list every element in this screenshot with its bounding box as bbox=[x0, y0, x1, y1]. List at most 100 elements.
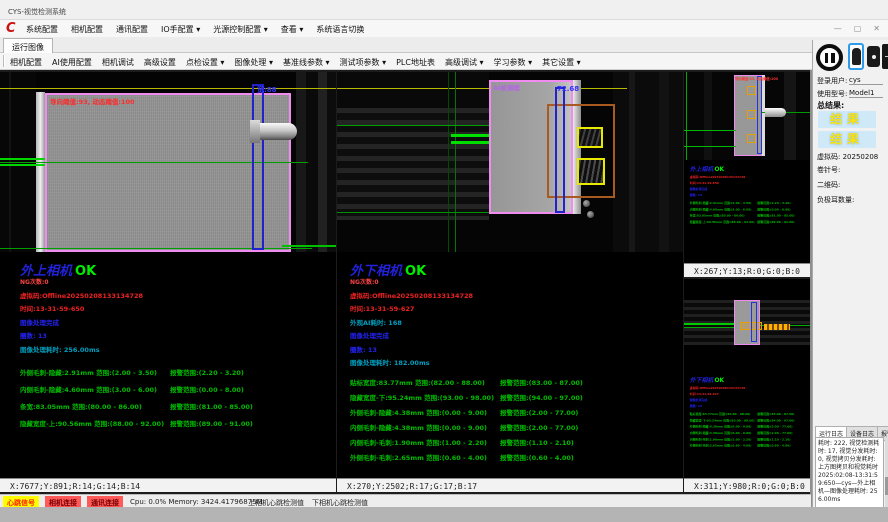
tab-annotation bbox=[764, 324, 790, 330]
measurement-value: 外侧毛刺-隐藏:4.38mm 范围:(0.00 - 9.00) bbox=[690, 424, 758, 429]
log-text-area[interactable]: 耗时: 222, 视觉检测耗时: 17, 视觉分发耗时: 0, 视觉拷贝分发耗时… bbox=[815, 437, 884, 509]
toolbar-item[interactable]: 高级调试 ▾ bbox=[445, 57, 484, 68]
measurement-alarm: 报警范围:(81.00 - 85.00) bbox=[757, 213, 794, 218]
toolbar-item[interactable]: 相机配置 bbox=[10, 57, 42, 68]
measurement-list: 外侧毛刺-隐藏:2.91mm 范围:(2.00 - 3.50) 报警范围:(2.… bbox=[0, 367, 336, 428]
measurement-row: 内侧毛刺-毛刺:1.90mm 范围:(1.00 - 2.20) 报警范围:(1.… bbox=[690, 437, 810, 442]
camera-image-outer-upper[interactable]: 导向阈值:93, 动态阈值:100 宽:88 bbox=[0, 72, 336, 252]
app-logo-icon: C bbox=[6, 21, 16, 36]
toolbar-item[interactable]: 测试项参数 ▾ bbox=[340, 57, 387, 68]
measurement-value: 内侧毛刺-毛刺:1.90mm 范围:(1.00 - 2.20) bbox=[690, 437, 758, 442]
machine-stripe bbox=[629, 72, 635, 252]
measure-green-line bbox=[684, 323, 734, 325]
width-roi-box bbox=[751, 302, 757, 342]
camera-image-mini-top[interactable]: 导向阈值:93, 动态阈值:100 bbox=[684, 72, 810, 160]
tab-roi-box bbox=[747, 134, 756, 143]
ai-box-label: AI检测框 bbox=[493, 82, 520, 92]
menu-item[interactable]: IO手配置 ▾ bbox=[161, 24, 200, 35]
menu-item[interactable]: 系统语言切换 bbox=[316, 24, 364, 35]
elapsed-text: 图像处理耗时: 182.00ms bbox=[350, 357, 683, 367]
machine-stripe bbox=[318, 72, 327, 252]
measure-green-tick bbox=[0, 158, 45, 160]
measurement-alarm: 报警范围:(2.00 - 77.00) bbox=[757, 430, 792, 435]
pause-icon bbox=[825, 53, 829, 63]
bolt-detail bbox=[583, 200, 590, 207]
pixel-status-bar: X:267;Y:13;R:0;G:0;B:0 bbox=[684, 263, 810, 277]
loop-count-text: 圈数: 13 bbox=[350, 344, 683, 354]
measure-green-line bbox=[448, 72, 449, 252]
toolbar-item[interactable]: PLC地址表 bbox=[396, 57, 435, 68]
result-text-block-mini: 外上相机OK 虚拟码:Offline20250208133134728 时间:1… bbox=[688, 164, 810, 226]
measurement-value: 贴标宽度:83.77mm 范围:(82.00 - 88.00) bbox=[690, 411, 758, 416]
time-text: 时间:13-31-59-650 bbox=[690, 180, 810, 185]
measurement-value: 外侧毛刺-隐藏:2.91mm 范围:(2.00 - 3.50) bbox=[690, 200, 758, 205]
threshold-label: 导向阈值:93, 动态阈值:100 bbox=[735, 76, 778, 81]
probe-pin-base bbox=[250, 120, 260, 143]
measurement-row: 隐藏宽度-下:95.24mm 范围:(93.00 - 98.00) 报警范围:(… bbox=[350, 392, 683, 402]
pause-button[interactable] bbox=[816, 44, 843, 71]
menu-item[interactable]: 查看 ▾ bbox=[281, 24, 304, 35]
menu-item[interactable]: 光源控制配置 ▾ bbox=[213, 24, 268, 35]
toolbar-item[interactable]: 其它设置 ▾ bbox=[542, 57, 581, 68]
menu-item[interactable]: 相机配置 bbox=[71, 24, 103, 35]
toolbar-item[interactable]: AI使用配置 bbox=[52, 57, 92, 68]
measurement-value: 内侧毛刺-毛刺:1.90mm 范围:(1.00 - 2.20) bbox=[350, 437, 500, 447]
toolbar-item[interactable]: 高级设置 bbox=[144, 57, 176, 68]
process-done-text: 图像处理完成 bbox=[350, 330, 683, 340]
virtual-code-text: 虚拟码:Offline20250208133134728 bbox=[690, 174, 810, 179]
minimize-icon[interactable]: — bbox=[834, 24, 842, 33]
baseline-yellow-line bbox=[337, 88, 627, 89]
probe-pin bbox=[260, 123, 297, 140]
menu-item[interactable]: 通讯配置 bbox=[116, 24, 148, 35]
measurement-value: 隐藏宽度-上:90.56mm 范围:(88.00 - 92.00) bbox=[20, 418, 170, 428]
measurement-list: 贴标宽度:83.77mm 范围:(82.00 - 88.00) 报警范围:(83… bbox=[337, 377, 683, 462]
virtual-code-value: 20250208 bbox=[843, 153, 879, 161]
width-roi-label: 72.68 bbox=[557, 85, 579, 93]
cpu-memory-text: Cpu: 0.0% Memory: 3424.41796875M bbox=[130, 498, 263, 506]
virtual-code-text: 虚拟码:Offline20250208133134728 bbox=[690, 385, 810, 390]
camera-image-outer-lower[interactable]: AI检测框 72.68 bbox=[337, 72, 683, 252]
close-icon[interactable]: ✕ bbox=[873, 24, 880, 33]
toolbar: 相机配置 AI使用配置相机调试高级设置点检设置 ▾ 图像处理 ▾ 基准线参数 ▾ 测试项… bbox=[0, 53, 888, 70]
camera-connect-badge: 相机连接 bbox=[45, 496, 81, 507]
measurement-value: 隐藏宽度-下:95.24mm 范围:(93.00 - 98.00) bbox=[350, 392, 500, 402]
toolbar-item[interactable]: 点检设置 ▾ bbox=[186, 57, 225, 68]
camera-toggle-button[interactable] bbox=[867, 46, 880, 67]
result-ok-text: OK bbox=[405, 264, 426, 279]
toolbar-item[interactable]: 图像处理 ▾ bbox=[234, 57, 273, 68]
camera-image-mini-bottom[interactable] bbox=[684, 300, 810, 345]
measurement-row: 外侧毛刺-隐藏:4.38mm 范围:(0.00 - 9.00) 报警范围:(2.… bbox=[350, 407, 683, 417]
virtual-code-row: 虚拟码: 20250208 bbox=[817, 152, 878, 162]
measurement-row: 条宽:83.05mm 范围:(80.00 - 86.00) 报警范围:(81.0… bbox=[690, 213, 810, 218]
pause-icon bbox=[831, 53, 835, 63]
loop-count-text: 圈数: 13 bbox=[690, 403, 810, 408]
user-profile-button[interactable] bbox=[848, 43, 864, 70]
measurement-alarm: 报警范围:(2.20 - 3.20) bbox=[170, 367, 244, 377]
measurement-row: 贴标宽度:83.77mm 范围:(82.00 - 88.00) 报警范围:(83… bbox=[350, 377, 683, 387]
toolbar-item[interactable]: 基准线参数 ▾ bbox=[283, 57, 330, 68]
model-label: 使用型号: bbox=[817, 89, 847, 99]
defect-roi-box bbox=[577, 158, 605, 185]
pixel-status-bar: X:7677;Y:891;R:14;G:14;B:14 bbox=[0, 478, 336, 492]
menu-item[interactable]: 系统配置 bbox=[26, 24, 58, 35]
toolbar-grip bbox=[3, 55, 5, 67]
exit-door-icon: ⇥ bbox=[885, 52, 888, 61]
exit-button[interactable]: ⇥ bbox=[882, 44, 888, 69]
maximize-icon[interactable]: ▢ bbox=[854, 24, 862, 33]
process-done-text: 图像处理完成 bbox=[690, 186, 810, 191]
measurement-alarm: 报警范围:(2.00 - 77.00) bbox=[757, 424, 792, 429]
threshold-label: 导向阈值:93, 动态阈值:100 bbox=[50, 96, 135, 106]
measurement-row: 外侧毛刺-隐藏:2.91mm 范围:(2.00 - 3.50) 报警范围:(2.… bbox=[690, 200, 810, 205]
measurement-alarm: 报警范围:(0.00 - 8.00) bbox=[757, 207, 790, 212]
measurement-alarm: 报警范围:(89.00 - 91.00) bbox=[757, 219, 794, 224]
defect-roi-box bbox=[577, 127, 603, 148]
result-ok-text: OK bbox=[715, 166, 725, 173]
measure-green-tick bbox=[0, 164, 45, 166]
toolbar-item[interactable]: 学习参数 ▾ bbox=[494, 57, 533, 68]
comm-connect-badge: 通讯连接 bbox=[87, 496, 123, 507]
toolbar-item[interactable]: 相机调试 bbox=[102, 57, 134, 68]
film-edge-highlight bbox=[36, 92, 45, 252]
measurement-value: 内侧毛刺-隐藏:4.38mm 范围:(0.00 - 9.00) bbox=[350, 422, 500, 432]
tab-run-image[interactable]: 运行图像 bbox=[3, 38, 53, 53]
qr-code-label: 二维码: bbox=[817, 180, 840, 190]
